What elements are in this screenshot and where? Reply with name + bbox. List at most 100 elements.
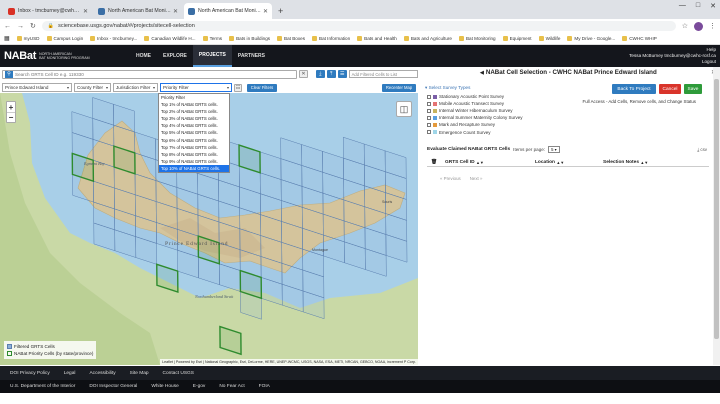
zoom-in-button[interactable]: + [7,102,15,112]
footer-link[interactable]: DOI Privacy Policy [10,371,50,376]
clear-search-button[interactable]: ✕ [299,70,308,78]
new-tab-button[interactable]: + [274,6,287,19]
priority-option[interactable]: Top 9% of NABat GRTS cells. [159,158,229,165]
download-icon[interactable]: ⤓ [315,70,325,78]
nabat-logo[interactable]: NABat North American Bat Monitoring Prog… [0,50,130,62]
items-per-page-select[interactable]: 5 ▾ [548,146,560,153]
back-arrow-icon[interactable]: ← [4,23,11,30]
province-select[interactable]: Prince Edward Island ▾ [2,83,72,92]
bookmark-item[interactable]: Inbox - tmcburney... [90,36,137,41]
bookmark-item[interactable]: myUSD [16,36,40,41]
zoom-out-button[interactable]: − [7,112,15,122]
col-grts-cell[interactable]: GRTS Cell ID ▲▼ [441,160,535,165]
collapse-icon[interactable]: ◀ [480,70,484,76]
bookmark-item[interactable]: Bat Boxes [277,36,305,41]
priority-option[interactable]: Top 6% of NABat GRTS cells. [159,137,229,144]
save-button[interactable]: Save [684,84,702,94]
jurisdiction-filter-select[interactable]: Jurisdiction Filter ▾ [113,83,158,92]
footer-link[interactable]: FOIA [259,384,270,389]
bookmark-item[interactable]: Bat Information [312,36,350,41]
profile-avatar[interactable] [694,21,703,31]
nav-partners[interactable]: PARTNERS [232,45,271,67]
priority-option[interactable]: Top 7% of NABat GRTS cells. [159,144,229,151]
priority-option[interactable]: Top 5% of NABat GRTS cells. [159,129,229,136]
footer-link[interactable]: DOI Inspector General [89,384,137,389]
footer-link[interactable]: Contact USGS [163,371,194,376]
add-filtered-cells-field[interactable]: Add Filtered Cells to List [348,70,418,78]
reload-icon[interactable]: ↻ [30,22,36,30]
browser-tab[interactable]: North American Bat Monitoring✕ [184,3,272,19]
survey-checkbox[interactable] [427,108,431,113]
survey-type-item[interactable]: Internal Winter Hibernaculum Survey [425,107,543,114]
survey-checkbox[interactable] [427,130,431,135]
survey-type-item[interactable]: Mark and Recapture Survey [425,121,543,128]
recenter-map-button[interactable]: Recenter Map [382,83,416,92]
survey-type-item[interactable]: Internal Summer Maternity Colony Survey [425,114,543,121]
grts-search-input[interactable] [15,71,275,77]
col-notes[interactable]: Selection Notes ▲▼ [603,160,703,165]
priority-option[interactable]: Top 2% of NABat GRTS cells. [159,108,229,115]
nav-projects[interactable]: PROJECTS [192,45,232,67]
next-page-link[interactable]: Next » [470,176,483,181]
add-list-icon[interactable]: ☰ [337,70,347,78]
maximize-icon[interactable]: □ [696,2,700,10]
clear-filters-button[interactable]: Clear Filters [247,83,277,92]
logout-link[interactable]: Logout [629,59,716,65]
back-to-project-button[interactable]: Back To Project [612,84,656,94]
panel-scrollbar[interactable] [713,67,720,365]
bookmark-item[interactable]: Bats in Buildings [229,36,270,41]
priority-option[interactable]: Top 3% of NABat GRTS cells. [159,115,229,122]
nav-explore[interactable]: EXPLORE [157,45,193,67]
survey-type-item[interactable]: Emergence Count Survey [425,128,543,135]
previous-page-link[interactable]: « Previous [440,176,461,181]
priority-filter-select[interactable]: Priority Filter ▾ [160,83,232,92]
star-icon[interactable]: ☆ [682,22,688,30]
menu-kebab-icon[interactable]: ⋮ [709,22,716,30]
survey-checkbox[interactable] [427,115,431,120]
footer-link[interactable]: E-gov [193,384,206,389]
minimize-icon[interactable]: — [679,2,686,10]
close-tab-icon[interactable]: ✕ [83,8,88,15]
bookmark-item[interactable]: My Drive - Google... [567,36,615,41]
priority-option[interactable]: Top 8% of NABat GRTS cells. [159,151,229,158]
bookmark-item[interactable]: Canadian Wildlife H... [144,36,196,41]
close-window-icon[interactable]: ✕ [710,2,716,10]
download-csv-button[interactable]: ⤓ csv [697,147,707,152]
survey-checkbox[interactable] [427,94,431,99]
close-tab-icon[interactable]: ✕ [173,8,178,15]
layers-icon[interactable]: ◫ [396,101,412,117]
priority-option[interactable]: Top 10% of NABat GRTS cells. [159,164,229,173]
priority-option[interactable]: Top 4% of NABat GRTS cells. [159,122,229,129]
close-tab-icon[interactable]: ✕ [263,8,268,15]
footer-link[interactable]: Legal [64,371,76,376]
survey-type-item[interactable]: Stationary Acoustic Point Survey [425,93,543,100]
survey-checkbox[interactable] [427,101,431,106]
upload-icon[interactable]: ⤒ [326,70,336,78]
priority-option[interactable]: Priority Filter [159,94,229,101]
county-filter-select[interactable]: County Filter ▾ [74,83,111,92]
bookmark-item[interactable]: CWHC WHIP [622,36,657,41]
footer-link[interactable]: No Fear Act [219,384,244,389]
bookmark-item[interactable]: Terms [202,36,222,41]
survey-type-item[interactable]: Mobile Acoustic Transect Survey [425,100,543,107]
nav-home[interactable]: HOME [130,45,157,67]
url-field[interactable]: 🔒 sciencebase.usgs.gov/nabat/#/projects/… [41,21,676,31]
footer-link[interactable]: Accessibility [89,371,115,376]
survey-types-header[interactable]: ▾ Select Survey Types [425,85,543,91]
bookmark-item[interactable]: Bats and Health [357,36,397,41]
bookmark-item[interactable]: Bats and Agriculture [403,36,452,41]
bookmark-item[interactable]: Wildlife [538,36,560,41]
bookmark-item[interactable]: Bat Monitoring [458,36,496,41]
trash-icon[interactable]: 🗑 [427,160,441,165]
footer-link[interactable]: U.S. Department of the Interior [10,384,75,389]
survey-checkbox[interactable] [427,122,431,127]
priority-option[interactable]: Top 1% of NABat GRTS cells. [159,101,229,108]
search-icon[interactable]: ⚲ [5,70,13,78]
apps-grid-icon[interactable]: ▦ [4,35,10,42]
browser-tab[interactable]: Inbox - tmcburney@cwhc-rcsf.ca✕ [4,3,92,19]
footer-link[interactable]: White House [151,384,178,389]
forward-arrow-icon[interactable]: → [17,23,24,30]
col-location[interactable]: Location ▲▼ [535,160,603,165]
cancel-button[interactable]: Cancel [659,84,681,94]
footer-link[interactable]: Site Map [130,371,149,376]
